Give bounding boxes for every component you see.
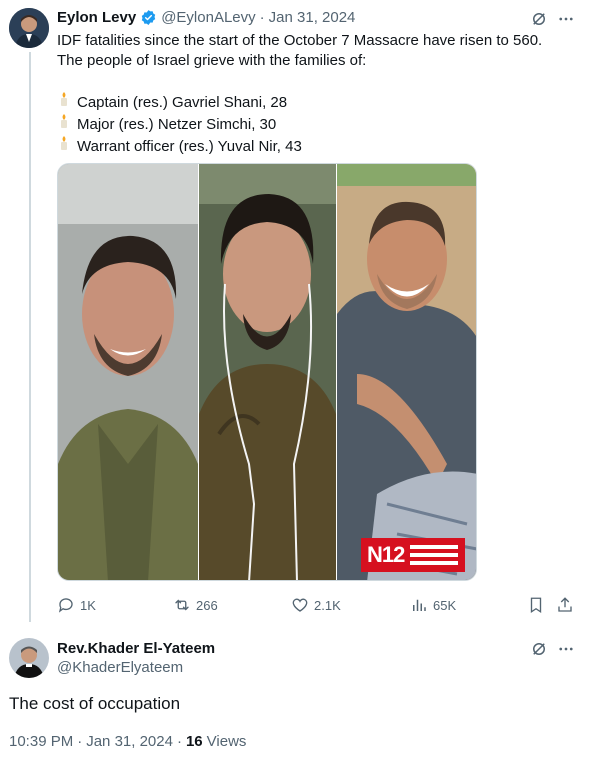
tweet-text-line-1: IDF fatalities since the start of the Oc…	[57, 32, 543, 49]
author-avatar[interactable]	[9, 8, 49, 48]
candle-icon	[57, 135, 71, 157]
reply-author-name[interactable]: Rev.Khader El-Yateem	[57, 640, 215, 657]
reply-author-handle[interactable]: @KhaderElyateem	[57, 659, 215, 676]
reply-views-label: Views	[206, 733, 247, 750]
tweet-text-line-2: The people of Israel grieve with the fam…	[57, 52, 367, 69]
reply-count: 1K	[80, 597, 96, 613]
author-handle[interactable]: @EylonALevy	[161, 9, 255, 26]
repost-icon	[175, 599, 189, 611]
repost-button[interactable]: 266	[173, 596, 218, 614]
grok-icon[interactable]	[530, 10, 548, 33]
like-button[interactable]: 2.1K	[291, 596, 341, 614]
n12-logo: N12	[361, 538, 465, 572]
more-options-icon[interactable]	[557, 10, 575, 33]
portrait-panel-3	[337, 164, 476, 580]
bookmark-icon[interactable]	[527, 596, 545, 619]
list-item: Warrant officer (res.) Yuval Nir, 43	[57, 135, 587, 157]
header-separator: ·	[259, 9, 265, 26]
reply-author-avatar[interactable]	[9, 638, 49, 678]
thread-connector	[29, 52, 31, 622]
reply-text: The cost of occupation	[9, 694, 181, 713]
verified-badge-icon	[140, 9, 157, 26]
list-item: Major (res.) Netzer Simchi, 30	[57, 113, 587, 135]
portrait-panel-2	[199, 164, 336, 580]
meta-separator: ·	[77, 733, 83, 750]
views-button[interactable]: 65K	[410, 596, 456, 614]
portrait-panel-1	[58, 164, 198, 580]
fallen-name: Major (res.) Netzer Simchi, 30	[77, 116, 277, 133]
tweet-media-image[interactable]: N12	[57, 163, 477, 581]
heart-icon	[292, 598, 308, 612]
reply-time[interactable]: 10:39 PM	[9, 733, 73, 750]
tweet-date[interactable]: Jan 31, 2024	[269, 9, 356, 26]
n12-logo-text: N12	[367, 542, 405, 567]
reply-views-count: 16	[185, 733, 203, 750]
candle-icon	[57, 113, 71, 135]
reply-grok-icon[interactable]	[530, 640, 548, 663]
author-name[interactable]: Eylon Levy	[57, 9, 136, 26]
fallen-name: Captain (res.) Gavriel Shani, 28	[77, 94, 288, 111]
reply-button[interactable]: 1K	[57, 596, 96, 614]
fallen-name: Warrant officer (res.) Yuval Nir, 43	[77, 138, 302, 155]
share-icon[interactable]	[556, 596, 574, 619]
fallen-list: Captain (res.) Gavriel Shani, 28 Major (…	[57, 91, 587, 157]
repost-count: 266	[196, 597, 218, 613]
views-chart-icon	[413, 599, 426, 611]
views-count: 65K	[433, 597, 457, 613]
reply-date[interactable]: Jan 31, 2024	[86, 733, 173, 750]
list-item: Captain (res.) Gavriel Shani, 28	[57, 91, 587, 113]
like-count: 2.1K	[314, 597, 341, 613]
reply-icon	[58, 598, 73, 613]
candle-icon	[57, 91, 71, 113]
meta-separator: ·	[176, 733, 182, 750]
reply-more-options-icon[interactable]	[557, 640, 575, 663]
